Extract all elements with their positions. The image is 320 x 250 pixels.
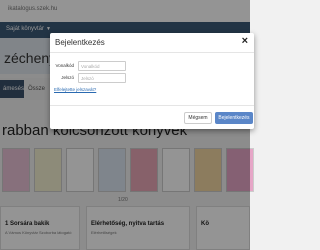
cancel-button[interactable]: Mégsem <box>184 112 212 124</box>
username-field[interactable] <box>78 61 126 71</box>
dialog-footer: Mégsem Bejelentkezés <box>50 105 254 129</box>
close-icon[interactable]: × <box>242 36 248 47</box>
login-dialog: Bejelentkezés × Vonalkód Jelszó Elfelejt… <box>50 33 254 129</box>
password-field[interactable] <box>78 73 126 83</box>
login-button[interactable]: Bejelentkezés <box>215 112 253 124</box>
dialog-header: Bejelentkezés × <box>50 33 254 53</box>
username-label: Vonalkód <box>55 63 74 68</box>
password-label: Jelszó <box>61 75 74 80</box>
dialog-title: Bejelentkezés <box>55 38 105 47</box>
forgot-password-link[interactable]: Elfelejtette jelszavát? <box>54 87 96 92</box>
